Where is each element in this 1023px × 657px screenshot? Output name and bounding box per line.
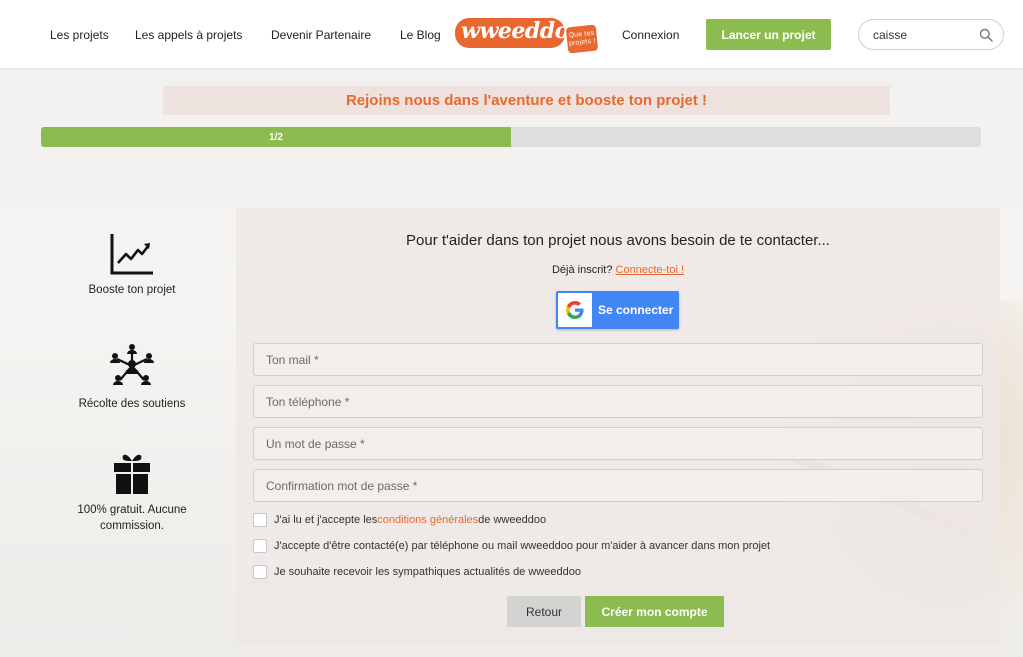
nav-connexion[interactable]: Connexion: [622, 28, 679, 42]
terms-row: J'ai lu et j'accepte lesconditions génér…: [253, 512, 546, 528]
contact-consent-row: J'accepte d'être contacté(e) par télépho…: [253, 538, 770, 554]
confirm-password-field: [253, 469, 983, 502]
nav-devenir-partenaire[interactable]: Devenir Partenaire: [271, 28, 371, 42]
newsletter-checkbox[interactable]: [253, 565, 267, 579]
search-input[interactable]: [873, 26, 973, 44]
phone-field: [253, 385, 983, 418]
feature-label: 100% gratuit. Aucune commission.: [77, 504, 187, 532]
nav-les-projets[interactable]: Les projets: [50, 28, 109, 42]
feature-support: Récolte des soutiens: [48, 342, 216, 412]
progress-fill: 1/2: [41, 127, 511, 147]
back-button[interactable]: Retour: [507, 596, 581, 627]
contact-consent-checkbox[interactable]: [253, 539, 267, 553]
gift-icon: [114, 454, 150, 494]
signup-form-card: Pour t'aider dans ton projet nous avons …: [236, 208, 1000, 644]
logo-badge: Que tes projets !: [565, 24, 599, 54]
logo-wordmark: wweeddoo: [461, 18, 583, 44]
launch-project-button[interactable]: Lancer un projet: [706, 19, 831, 50]
already-text: Déjà inscrit?: [551, 264, 613, 276]
site-logo[interactable]: wweeddoo Que tes projets !: [455, 14, 615, 54]
search-icon[interactable]: [979, 28, 993, 42]
nav-le-blog[interactable]: Le Blog: [400, 28, 441, 42]
password-field: [253, 427, 983, 460]
email-input[interactable]: [266, 351, 966, 369]
already-registered: Déjà inscrit? Connecte-toi !: [236, 264, 1000, 276]
chart-trend-icon: [110, 234, 153, 275]
google-signin-button[interactable]: Se connecter: [556, 291, 679, 329]
network-people-icon: [110, 344, 154, 385]
google-signin-label: Se connecter: [598, 303, 674, 317]
terms-checkbox[interactable]: [253, 513, 267, 527]
create-account-button[interactable]: Créer mon compte: [585, 596, 724, 627]
site-header: Les projets Les appels à projets Devenir…: [0, 0, 1023, 68]
terms-text-before: J'ai lu et j'accepte les: [274, 514, 378, 526]
feature-label: Récolte des soutiens: [78, 398, 186, 410]
login-link[interactable]: Connecte-toi !: [616, 264, 684, 276]
contact-consent-label: J'accepte d'être contacté(e) par télépho…: [274, 540, 771, 552]
search-bar: [858, 19, 1004, 50]
terms-label: J'ai lu et j'accepte lesconditions génér…: [274, 514, 546, 526]
feature-boost: Booste ton projet: [48, 232, 216, 298]
newsletter-row: Je souhaite recevoir les sympathiques ac…: [253, 564, 581, 580]
terms-link[interactable]: conditions générales: [377, 514, 478, 526]
newsletter-label: Je souhaite recevoir les sympathiques ac…: [274, 566, 581, 578]
nav-appels-a-projets[interactable]: Les appels à projets: [135, 28, 242, 42]
form-title: Pour t'aider dans ton projet nous avons …: [406, 232, 830, 249]
signup-progress-bar: 1/2: [41, 127, 981, 147]
email-field: [253, 343, 983, 376]
phone-input[interactable]: [266, 393, 966, 411]
feature-free: 100% gratuit. Aucune commission.: [48, 452, 216, 534]
google-logo-icon: [558, 293, 592, 327]
signup-banner: Rejoins nous dans l'aventure et booste t…: [163, 86, 890, 115]
password-input[interactable]: [266, 435, 966, 453]
feature-label: Booste ton projet: [88, 284, 176, 296]
confirm-password-input[interactable]: [266, 477, 966, 495]
terms-text-after: de wweeddoo: [478, 514, 547, 526]
